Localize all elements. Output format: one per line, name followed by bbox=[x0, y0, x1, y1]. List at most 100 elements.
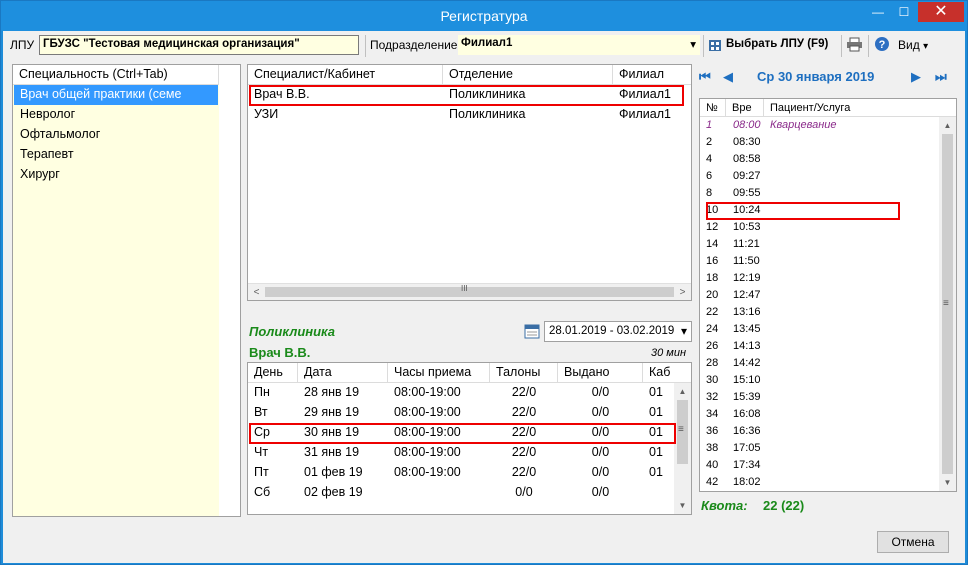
table-cell: 31 янв 19 bbox=[304, 445, 360, 459]
scroll-down-icon[interactable]: ▼ bbox=[674, 497, 691, 514]
maximize-button[interactable]: ☐ bbox=[891, 2, 917, 22]
table-cell: Сб bbox=[254, 485, 271, 499]
calendar-icon[interactable] bbox=[524, 323, 540, 339]
time-slot[interactable]: 24 13:45 bbox=[700, 321, 939, 338]
division-select[interactable]: Филиал1 ▾ bbox=[458, 35, 700, 55]
last-day-icon[interactable]: ⏭ bbox=[935, 69, 947, 85]
date-range-select[interactable]: 28.01.2019 - 03.02.2019 ▾ bbox=[544, 321, 692, 342]
scroll-down-icon[interactable]: ▼ bbox=[939, 474, 956, 491]
highlight-box bbox=[706, 202, 900, 220]
scroll-up-icon[interactable]: ▲ bbox=[939, 117, 956, 134]
time-slot[interactable]: 18 12:19 bbox=[700, 270, 939, 287]
grip-icon: ≡ bbox=[678, 424, 684, 435]
slot-number: 2 bbox=[706, 136, 713, 148]
time-slot[interactable]: 34 16:08 bbox=[700, 406, 939, 423]
column-header[interactable]: Вре bbox=[726, 99, 764, 117]
scroll-up-icon[interactable]: ▲ bbox=[674, 383, 691, 400]
help-icon[interactable]: ? bbox=[874, 36, 890, 52]
column-header[interactable]: День bbox=[248, 363, 298, 383]
time-slot[interactable]: 28 14:42 bbox=[700, 355, 939, 372]
time-slot[interactable]: 38 17:05 bbox=[700, 440, 939, 457]
column-header[interactable]: Филиал bbox=[613, 65, 691, 85]
department-title: Поликлиника bbox=[249, 324, 336, 339]
first-day-icon[interactable]: ⏮ bbox=[699, 69, 711, 85]
close-button[interactable]: ✕ bbox=[918, 2, 964, 22]
lpu-field[interactable]: ГБУЗС "Тестовая медицинская организация" bbox=[39, 35, 359, 55]
specialty-item[interactable]: Офтальмолог bbox=[14, 125, 218, 145]
column-header[interactable]: Талоны bbox=[490, 363, 558, 383]
view-menu[interactable]: Вид ▾ bbox=[898, 38, 928, 52]
table-row[interactable]: Пт 01 фев 19 08:00-19:00 22/0 0/0 01 bbox=[248, 463, 691, 483]
slot-number: 26 bbox=[706, 340, 719, 352]
svg-text:?: ? bbox=[879, 39, 886, 51]
time-slot[interactable]: 20 12:47 bbox=[700, 287, 939, 304]
specialty-item[interactable]: Невролог bbox=[14, 105, 218, 125]
print-icon[interactable] bbox=[846, 37, 863, 52]
column-header[interactable]: Пациент/Услуга bbox=[764, 99, 939, 117]
table-cell: 02 фев 19 bbox=[304, 485, 363, 499]
day-slots-panel: № Вре Пациент/Услуга 1 08:00 Кварцевание 2 0… bbox=[699, 98, 957, 492]
table-cell: 22/0 bbox=[511, 445, 537, 459]
slot-number: 16 bbox=[706, 255, 719, 267]
column-header[interactable]: Отделение bbox=[443, 65, 613, 85]
time-slot[interactable]: 40 17:34 bbox=[700, 457, 939, 474]
specialty-item[interactable]: Врач общей практики (семе bbox=[14, 85, 218, 105]
column-header[interactable]: Каб bbox=[643, 363, 676, 383]
slot-number: 22 bbox=[706, 306, 719, 318]
horizontal-scrollbar[interactable]: < III > bbox=[248, 283, 691, 300]
time-slot[interactable]: 26 14:13 bbox=[700, 338, 939, 355]
time-slot[interactable]: 30 15:10 bbox=[700, 372, 939, 389]
specialty-item[interactable]: Терапевт bbox=[14, 145, 218, 165]
slot-number: 24 bbox=[706, 323, 719, 335]
column-header[interactable]: Дата bbox=[298, 363, 388, 383]
column-header[interactable]: № bbox=[700, 99, 726, 117]
time-slot[interactable]: 6 09:27 bbox=[700, 168, 939, 185]
column-header[interactable]: Часы приема bbox=[388, 363, 490, 383]
scrollbar-thumb[interactable]: ≡ bbox=[677, 400, 688, 464]
table-row[interactable]: Чт 31 янв 19 08:00-19:00 22/0 0/0 01 bbox=[248, 443, 691, 463]
minimize-button[interactable]: — bbox=[865, 2, 891, 22]
column-header[interactable]: Выдано bbox=[558, 363, 643, 383]
table-row[interactable]: Вт 29 янв 19 08:00-19:00 22/0 0/0 01 bbox=[248, 403, 691, 423]
division-label: Подразделение bbox=[370, 38, 458, 52]
scroll-right-icon[interactable]: > bbox=[674, 284, 691, 300]
table-cell: 01 фев 19 bbox=[304, 465, 363, 479]
time-slot[interactable]: 14 11:21 bbox=[700, 236, 939, 253]
scrollbar-thumb[interactable]: ≡ bbox=[942, 134, 953, 474]
specialties-header[interactable]: Специальность (Ctrl+Tab) bbox=[13, 65, 219, 85]
vertical-scrollbar[interactable]: ▲ ≡ ▼ bbox=[674, 383, 691, 514]
slot-time: 11:21 bbox=[733, 238, 760, 250]
prev-day-icon[interactable]: ◀ bbox=[723, 69, 733, 85]
slot-time: 15:39 bbox=[733, 391, 761, 403]
scroll-left-icon[interactable]: < bbox=[248, 284, 265, 300]
vertical-scrollbar[interactable]: ▲ ≡ ▼ bbox=[939, 117, 956, 491]
table-row[interactable]: Сб 02 фев 19 0/0 0/0 bbox=[248, 483, 691, 503]
time-slot[interactable]: 36 16:36 bbox=[700, 423, 939, 440]
next-day-icon[interactable]: ▶ bbox=[911, 69, 921, 85]
slot-time: 14:13 bbox=[733, 340, 761, 352]
time-slot[interactable]: 42 18:02 bbox=[700, 474, 939, 491]
slot-time: 09:27 bbox=[733, 170, 761, 182]
time-slot[interactable]: 2 08:30 bbox=[700, 134, 939, 151]
time-slot[interactable]: 8 09:55 bbox=[700, 185, 939, 202]
time-slot[interactable]: 12 10:53 bbox=[700, 219, 939, 236]
time-slot[interactable]: 32 15:39 bbox=[700, 389, 939, 406]
table-row[interactable]: Пн 28 янв 19 08:00-19:00 22/0 0/0 01 bbox=[248, 383, 691, 403]
division-value: Филиал1 bbox=[461, 37, 513, 49]
column-header[interactable]: Специалист/Кабинет bbox=[248, 65, 443, 85]
choose-lpu-button[interactable]: Выбрать ЛПУ (F9) bbox=[708, 35, 838, 55]
table-row[interactable]: УЗИ Поликлиника Филиал1 bbox=[248, 105, 691, 125]
time-slot[interactable]: 22 13:16 bbox=[700, 304, 939, 321]
day-title: Ср 30 января 2019 bbox=[757, 69, 875, 84]
specialty-item[interactable]: Хирург bbox=[14, 165, 218, 185]
time-slot[interactable]: 4 08:58 bbox=[700, 151, 939, 168]
title-bar[interactable]: Регистратура — ☐ ✕ bbox=[1, 1, 967, 31]
lpu-label: ЛПУ bbox=[10, 38, 35, 52]
cancel-button[interactable]: Отмена bbox=[877, 531, 949, 553]
slot-time: 12:47 bbox=[733, 289, 761, 301]
time-slot[interactable]: 1 08:00 Кварцевание bbox=[700, 117, 939, 134]
date-range-value: 28.01.2019 - 03.02.2019 bbox=[549, 325, 675, 337]
time-slot[interactable]: 16 11:50 bbox=[700, 253, 939, 270]
scrollbar-thumb[interactable]: III bbox=[265, 284, 674, 297]
table-cell: 22/0 bbox=[511, 465, 537, 479]
